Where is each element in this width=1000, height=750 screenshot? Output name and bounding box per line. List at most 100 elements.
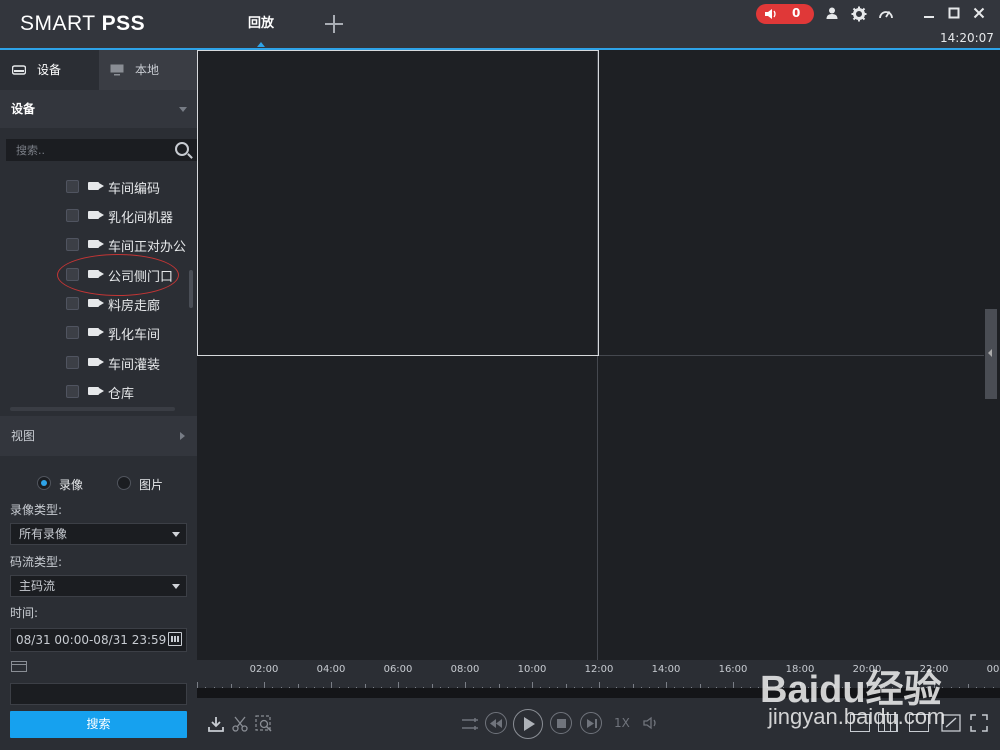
camera-icon <box>88 328 99 336</box>
tree-item[interactable]: 料房走廊 <box>66 293 190 315</box>
video-pane-selected[interactable] <box>197 50 599 356</box>
card-number-field[interactable] <box>10 683 187 705</box>
tab-local[interactable]: 本地 <box>99 50 197 90</box>
search-icon[interactable] <box>175 142 189 156</box>
timeline-hour-label: 16:00 <box>718 664 748 675</box>
maximize-icon[interactable] <box>945 6 963 24</box>
checkbox[interactable] <box>66 297 79 310</box>
alarm-count: 0 <box>792 6 801 20</box>
stream-type-value: 主码流 <box>19 579 56 593</box>
view-section-title: 视图 <box>11 429 36 443</box>
timeline-hour-label: 14:00 <box>651 664 681 675</box>
checkbox[interactable] <box>66 356 79 369</box>
camera-icon <box>88 211 99 219</box>
app-logo: SMART PSS <box>20 12 146 35</box>
title-bar: SMART PSS 回放 0 14:20:07 <box>0 0 1000 50</box>
tab-device-label: 设备 <box>37 63 62 77</box>
annotation-ring <box>57 254 179 296</box>
checkbox[interactable] <box>66 385 79 398</box>
play-icon[interactable] <box>513 709 543 739</box>
sync-icon[interactable] <box>461 716 479 732</box>
checkbox[interactable] <box>66 180 79 193</box>
camera-icon <box>88 299 99 307</box>
checkbox[interactable] <box>66 238 79 251</box>
card-icon <box>11 661 27 672</box>
tree-item-label: 乳化车间 <box>108 328 161 343</box>
device-section-header[interactable]: 设备 <box>0 90 197 128</box>
baidu-watermark: Baidu经验 jingyan.baidu.com <box>760 640 1000 750</box>
tree-scrollbar[interactable] <box>189 270 193 308</box>
timeline-hour-label: 10:00 <box>517 664 547 675</box>
alarm-button[interactable]: 0 <box>756 4 814 24</box>
tree-item[interactable]: 仓库 <box>66 381 190 403</box>
device-section-title: 设备 <box>11 102 36 116</box>
device-icon <box>12 65 26 75</box>
clock: 14:20:07 <box>940 31 994 45</box>
tab-local-label: 本地 <box>135 63 160 77</box>
speed-label[interactable]: 1X <box>614 716 630 730</box>
timeline-hour-label: 04:00 <box>316 664 346 675</box>
search-button[interactable]: 搜索 <box>10 711 187 738</box>
search-input[interactable] <box>6 139 166 161</box>
gear-icon[interactable] <box>850 6 868 24</box>
left-tabs: 设备 本地 <box>0 50 197 90</box>
minimize-icon[interactable] <box>920 6 938 24</box>
chevron-down-icon <box>172 532 180 537</box>
radio-video-label: 录像 <box>59 478 84 492</box>
download-icon[interactable] <box>208 716 224 732</box>
stream-type-label: 码流类型: <box>10 555 63 569</box>
camera-icon <box>88 358 99 366</box>
time-range-value: 08/31 00:00-08/31 23:59 <box>16 633 167 647</box>
tree-item[interactable]: 乳化间机器 <box>66 205 190 227</box>
watermark-url: jingyan.baidu.com <box>768 704 946 729</box>
tree-item-label: 仓库 <box>108 387 135 402</box>
record-type-value: 所有录像 <box>19 527 68 541</box>
performance-gauge-icon[interactable] <box>877 6 895 24</box>
checkbox[interactable] <box>66 209 79 222</box>
device-search <box>6 139 197 161</box>
volume-icon[interactable] <box>643 716 659 730</box>
view-section-header[interactable]: 视图 <box>0 416 197 456</box>
stream-type-select[interactable]: 主码流 <box>10 575 187 597</box>
tree-item[interactable]: 乳化车间 <box>66 322 190 344</box>
tree-item[interactable]: 车间灌装 <box>66 352 190 374</box>
camera-icon <box>88 240 99 248</box>
timeline-hour-label: 08:00 <box>450 664 480 675</box>
tree-horizontal-scrollbar[interactable] <box>10 407 175 411</box>
speaker-icon <box>765 9 776 19</box>
tab-playback[interactable]: 回放 <box>232 0 290 48</box>
video-grid <box>197 50 1000 660</box>
next-frame-icon[interactable] <box>580 712 602 734</box>
record-type-label: 录像类型: <box>10 503 63 517</box>
record-type-select[interactable]: 所有录像 <box>10 523 187 545</box>
tree-item-label: 乳化间机器 <box>108 211 174 226</box>
timeline-hour-label: 06:00 <box>383 664 413 675</box>
tree-item[interactable]: 车间正对办公 <box>66 234 190 256</box>
time-range-field[interactable]: 08/31 00:00-08/31 23:59 <box>10 628 187 652</box>
checkbox[interactable] <box>66 326 79 339</box>
timeline-hour-label: 12:00 <box>584 664 614 675</box>
time-label: 时间: <box>10 606 39 620</box>
tree-item-label: 车间灌装 <box>108 358 161 373</box>
calendar-icon[interactable] <box>168 632 182 646</box>
left-panel: 设备 本地 设备 车间编码 乳化间机器 车间正对办公 公司侧门口 料房走廊 乳化… <box>0 50 197 750</box>
active-tab-indicator <box>257 42 265 47</box>
tree-item[interactable]: 车间编码 <box>66 176 190 198</box>
monitor-icon <box>110 64 124 76</box>
smart-search-icon[interactable] <box>255 715 273 733</box>
close-icon[interactable] <box>970 6 988 24</box>
collapse-handle-icon[interactable] <box>985 309 997 399</box>
tree-item-label: 料房走廊 <box>108 299 161 314</box>
tab-playback-label: 回放 <box>247 16 274 31</box>
add-tab-icon[interactable] <box>322 12 346 36</box>
camera-icon <box>88 387 99 395</box>
radio-video[interactable] <box>37 476 51 490</box>
radio-picture[interactable] <box>117 476 131 490</box>
stop-icon[interactable] <box>550 712 572 734</box>
user-icon[interactable] <box>823 6 841 24</box>
rewind-icon[interactable] <box>485 712 507 734</box>
scissors-icon[interactable] <box>232 716 248 732</box>
chevron-down-icon <box>172 584 180 589</box>
chevron-right-icon <box>180 432 185 440</box>
tab-device[interactable]: 设备 <box>0 50 99 90</box>
